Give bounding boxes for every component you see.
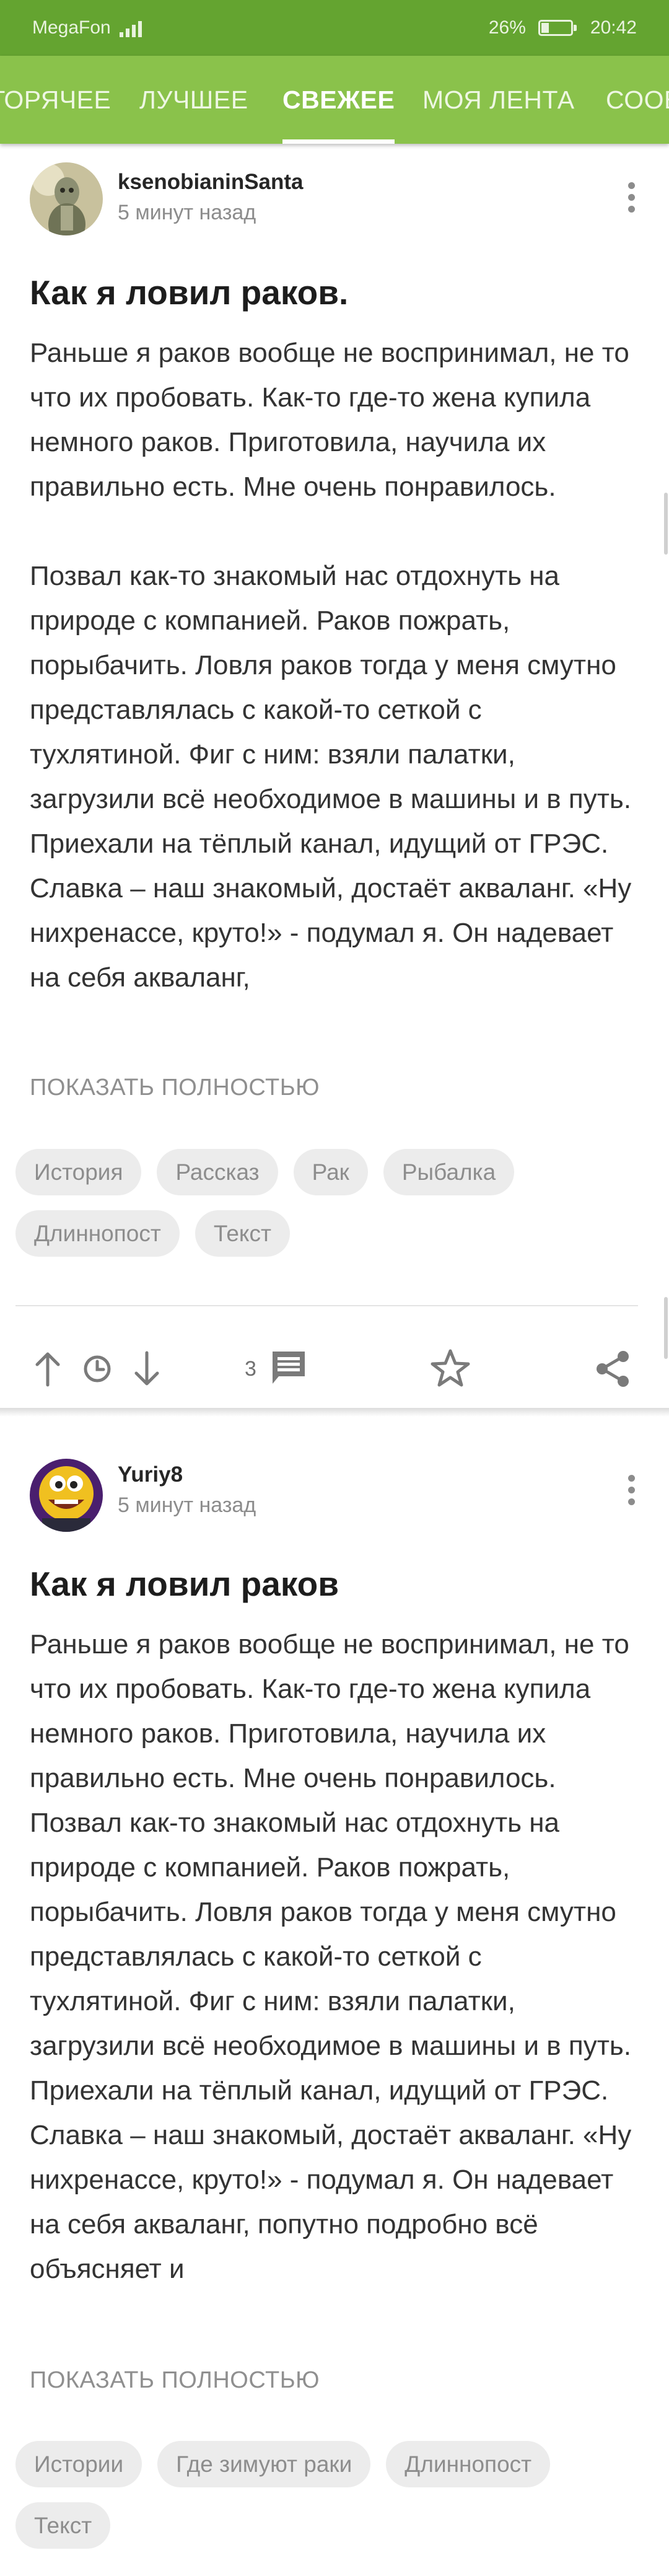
- comments-button[interactable]: 3: [245, 1341, 308, 1397]
- tag-list: Истории Где зимуют раки Длиннопост Текст: [15, 2441, 654, 2549]
- scrollbar[interactable]: [664, 1297, 668, 1359]
- tag-chip[interactable]: Истории: [15, 2441, 142, 2487]
- tag-chip[interactable]: Рассказ: [157, 1149, 278, 1195]
- battery-percent: 26%: [488, 17, 526, 38]
- more-vertical-icon[interactable]: [627, 182, 635, 213]
- tab-fresh[interactable]: СВЕЖЕЕ: [282, 56, 395, 144]
- arrow-up-icon[interactable]: [32, 1341, 63, 1397]
- signal-icon: [119, 19, 142, 37]
- tab-best[interactable]: ЛУЧШЕЕ: [139, 56, 248, 144]
- more-vertical-icon[interactable]: [627, 1475, 635, 1505]
- tab-my-feed[interactable]: МОЯ ЛЕНТА: [422, 56, 575, 144]
- post-actions: 3: [0, 1341, 669, 1397]
- post-title[interactable]: Как я ловил раков: [30, 1564, 339, 1604]
- arrow-down-icon[interactable]: [131, 1341, 162, 1397]
- post-time: 5 минут назад: [118, 1493, 256, 1517]
- feed-tabs: ГОРЯЧЕЕ ЛУЧШЕЕ СВЕЖЕЕ МОЯ ЛЕНТА СООБ: [0, 56, 669, 144]
- tab-communities[interactable]: СООБ: [606, 56, 669, 144]
- show-all-link[interactable]: ПОКАЗАТЬ ПОЛНОСТЬЮ: [30, 2367, 320, 2394]
- clock-time: 20:42: [590, 17, 637, 38]
- post-title[interactable]: Как я ловил раков.: [30, 273, 348, 312]
- tag-chip[interactable]: Где зимуют раки: [157, 2441, 371, 2487]
- tag-chip[interactable]: Рак: [293, 1149, 368, 1195]
- clock-icon[interactable]: [82, 1341, 113, 1397]
- tab-hot[interactable]: ГОРЯЧЕЕ: [0, 56, 111, 144]
- post-body: Раньше я раков вообще не воспринимал, не…: [30, 1622, 637, 2336]
- post-paragraph: Раньше я раков вообще не воспринимал, не…: [30, 1629, 632, 2284]
- share-icon[interactable]: [593, 1341, 633, 1397]
- tag-chip[interactable]: Текст: [15, 2502, 111, 2549]
- author-name[interactable]: Yuriy8: [118, 1462, 183, 1487]
- divider: [15, 1305, 638, 1306]
- author-name[interactable]: ksenobianinSanta: [118, 170, 304, 195]
- avatar[interactable]: [30, 1459, 103, 1532]
- carrier-name: MegaFon: [32, 17, 111, 38]
- tag-chip[interactable]: Текст: [195, 1210, 290, 1257]
- show-all-link[interactable]: ПОКАЗАТЬ ПОЛНОСТЬЮ: [30, 1075, 320, 1101]
- tag-chip[interactable]: История: [15, 1149, 142, 1195]
- tag-chip[interactable]: Длиннопост: [386, 2441, 551, 2487]
- star-icon[interactable]: [429, 1341, 472, 1397]
- post-paragraph: Позвал как-то знакомый нас отдохнуть на …: [30, 561, 632, 993]
- comments-count: 3: [245, 1356, 256, 1381]
- tag-list: История Рассказ Рак Рыбалка Длиннопост Т…: [15, 1149, 654, 1257]
- post-time: 5 минут назад: [118, 201, 256, 224]
- scrollbar[interactable]: [664, 493, 668, 555]
- battery-icon: [538, 20, 577, 36]
- avatar[interactable]: [30, 162, 103, 235]
- post-card: Yuriy8 5 минут назад Как я ловил раков Р…: [0, 1448, 669, 2576]
- status-bar: MegaFon 26% 20:42: [0, 0, 669, 56]
- tag-chip[interactable]: Длиннопост: [15, 1210, 180, 1257]
- tag-chip[interactable]: Рыбалка: [383, 1149, 515, 1195]
- post-separator: [0, 1408, 669, 1417]
- post-card: ksenobianinSanta 5 минут назад Как я лов…: [0, 144, 669, 1408]
- comment-icon: [269, 1348, 308, 1391]
- post-paragraph: Раньше я раков вообще не воспринимал, не…: [30, 338, 629, 502]
- post-body: Раньше я раков вообще не воспринимал, не…: [30, 331, 637, 1201]
